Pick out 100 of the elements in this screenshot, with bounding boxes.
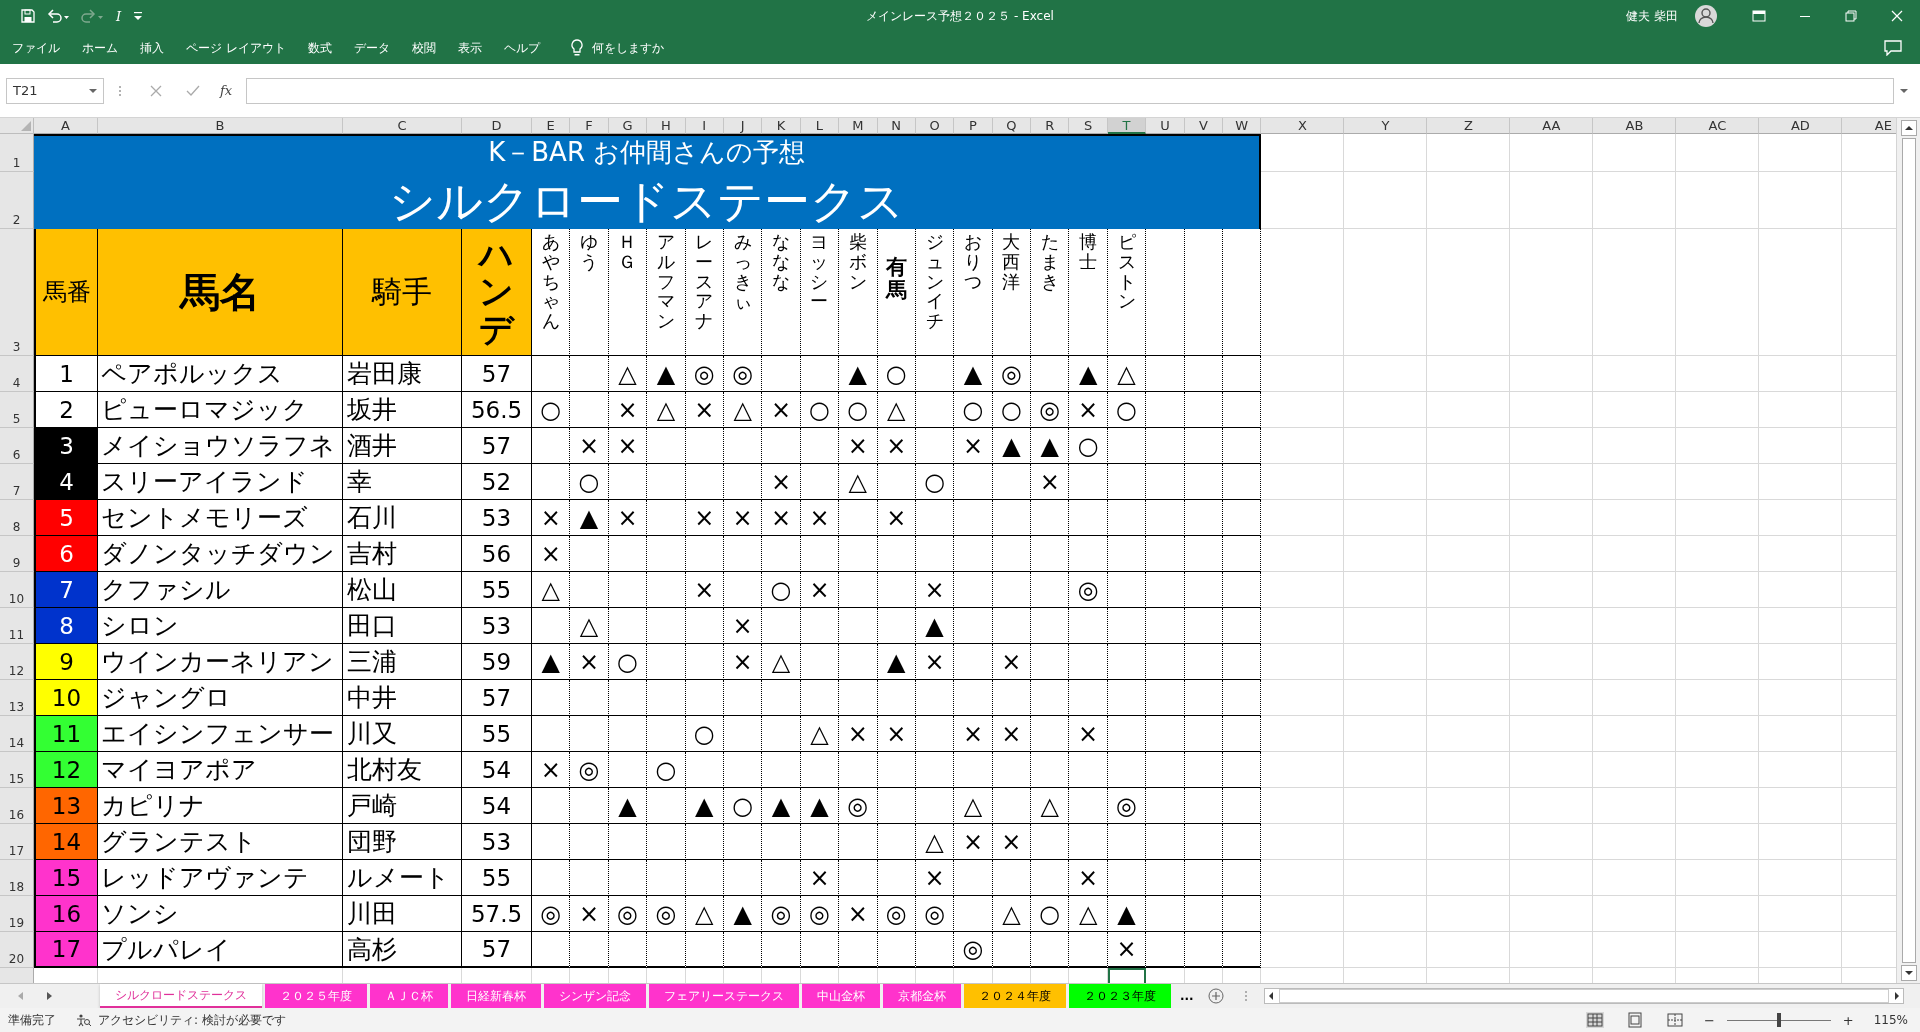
column-header[interactable]: B — [98, 118, 343, 134]
ribbon-tab[interactable]: 挿入 — [140, 39, 164, 57]
row-header[interactable]: 18 — [0, 860, 34, 896]
row-header[interactable]: 20 — [0, 932, 34, 968]
ribbon-tab[interactable]: 数式 — [307, 39, 332, 57]
column-header[interactable]: X — [1261, 118, 1345, 134]
column-header[interactable]: U — [1146, 118, 1185, 134]
dropdown-icon[interactable] — [89, 87, 97, 94]
row-header[interactable]: 5 — [0, 392, 34, 428]
column-header[interactable]: V — [1184, 118, 1224, 134]
zoom-level[interactable]: 115% — [1873, 1013, 1908, 1027]
scroll-down-icon[interactable] — [1900, 965, 1917, 981]
horizontal-scrollbar[interactable] — [1263, 988, 1904, 1004]
horse-name: マイヨアポア — [98, 752, 343, 788]
formula-input[interactable] — [246, 77, 1894, 104]
accessibility-status[interactable]: アクセシビリティ: 検討が必要です — [98, 1011, 286, 1029]
page-layout-view-icon[interactable] — [1625, 1012, 1644, 1028]
column-header[interactable]: Y — [1344, 118, 1428, 134]
zoom-out-button[interactable]: − — [1703, 1012, 1715, 1028]
column-header[interactable]: W — [1223, 118, 1262, 134]
row-header[interactable]: 4 — [0, 356, 34, 392]
more-sheets-button[interactable]: ... — [1174, 984, 1200, 1008]
column-header[interactable]: M — [839, 118, 878, 134]
tell-me-search[interactable]: 何をしますか — [591, 39, 664, 57]
expand-icon[interactable] — [1900, 87, 1908, 94]
forecaster-name: 有馬 — [885, 256, 907, 303]
column-header[interactable]: AB — [1593, 118, 1677, 134]
row-header[interactable]: 9 — [0, 536, 34, 572]
row-header[interactable]: 12 — [0, 644, 34, 680]
zoom-slider-thumb[interactable] — [1776, 1013, 1781, 1027]
column-header[interactable]: AC — [1676, 118, 1760, 134]
column-header[interactable]: D — [462, 118, 532, 134]
italic-button[interactable]: I — [114, 8, 124, 24]
accessibility-icon[interactable] — [76, 1013, 92, 1027]
row-header[interactable]: 10 — [0, 572, 34, 608]
column-header[interactable]: AE — [1842, 118, 1896, 134]
gate-number: 3 — [34, 428, 98, 464]
prediction-mark: × — [1069, 392, 1108, 428]
sheet-tab[interactable]: ２０２３年度 — [1069, 984, 1171, 1008]
sheet-tab[interactable]: シルクロードステークス — [100, 984, 262, 1008]
ribbon-tab[interactable]: 校閲 — [411, 39, 436, 57]
handicap-weight: 55 — [462, 716, 532, 752]
column-header[interactable]: H — [647, 118, 686, 134]
column-header[interactable]: S — [1069, 118, 1108, 134]
column-header[interactable]: R — [1031, 118, 1070, 134]
row-header[interactable]: 3 — [0, 229, 34, 356]
column-header[interactable]: K — [762, 118, 801, 134]
column-header[interactable]: AA — [1510, 118, 1594, 134]
row-header[interactable]: 11 — [0, 608, 34, 644]
column-header[interactable]: O — [915, 118, 955, 134]
scroll-up-icon[interactable] — [1900, 120, 1917, 136]
add-sheet-icon[interactable] — [1207, 988, 1224, 1004]
row-header[interactable]: 16 — [0, 788, 34, 824]
prediction-mark: ▲ — [647, 356, 686, 392]
selected-cell[interactable] — [1107, 968, 1147, 983]
next-sheet-icon[interactable] — [46, 991, 54, 1001]
avatar-icon[interactable] — [1694, 4, 1718, 28]
column-header[interactable]: J — [723, 118, 763, 134]
column-header[interactable]: Z — [1427, 118, 1511, 134]
zoom-in-button[interactable]: + — [1842, 1012, 1854, 1028]
split-handle-icon[interactable] — [1243, 990, 1248, 1002]
row-header[interactable]: 2 — [0, 172, 34, 229]
column-header[interactable]: N — [877, 118, 916, 134]
comment-icon[interactable] — [1884, 40, 1902, 56]
row-header[interactable]: 14 — [0, 716, 34, 752]
row-header[interactable]: 1 — [0, 134, 34, 172]
row-header[interactable]: 7 — [0, 464, 34, 500]
column-header[interactable]: L — [800, 118, 840, 134]
column-header[interactable]: C — [343, 118, 462, 134]
ribbon-tab[interactable]: 表示 — [457, 39, 482, 57]
column-header[interactable]: F — [570, 118, 609, 134]
column-header[interactable]: P — [954, 118, 993, 134]
row-header[interactable]: 17 — [0, 824, 34, 860]
column-header[interactable]: I — [685, 118, 724, 134]
ribbon-tab[interactable]: ファイル — [12, 39, 60, 57]
ribbon-tab[interactable]: ページ レイアウト — [186, 39, 286, 57]
column-header[interactable]: A — [34, 118, 98, 134]
normal-view-icon[interactable] — [1585, 1012, 1604, 1028]
column-header[interactable]: AD — [1759, 118, 1843, 134]
column-header[interactable]: G — [608, 118, 648, 134]
sheet-tab[interactable]: ２０２４年度 — [964, 984, 1066, 1008]
ribbon-tab[interactable]: ヘルプ — [503, 39, 540, 57]
column-header[interactable]: Q — [992, 118, 1032, 134]
row-header[interactable]: 6 — [0, 428, 34, 464]
forecaster-name: アルフマン — [656, 232, 675, 331]
row-header[interactable]: 19 — [0, 896, 34, 932]
row-header[interactable]: 8 — [0, 500, 34, 536]
row-header[interactable]: 15 — [0, 752, 34, 788]
column-header[interactable]: T — [1107, 118, 1147, 134]
scrollbar-thumb[interactable] — [1901, 138, 1916, 963]
name-box[interactable]: T21 — [6, 77, 104, 104]
page-break-view-icon[interactable] — [1665, 1012, 1684, 1028]
undo-icon[interactable] — [46, 8, 70, 24]
row-header[interactable]: 13 — [0, 680, 34, 716]
ribbon-tab[interactable]: ホーム — [82, 39, 118, 57]
column-header[interactable]: E — [532, 118, 571, 134]
ribbon-tab[interactable]: データ — [353, 39, 390, 57]
prediction-mark: × — [723, 644, 763, 680]
insert-function-button[interactable]: fx — [220, 83, 233, 98]
save-icon[interactable] — [20, 8, 36, 24]
